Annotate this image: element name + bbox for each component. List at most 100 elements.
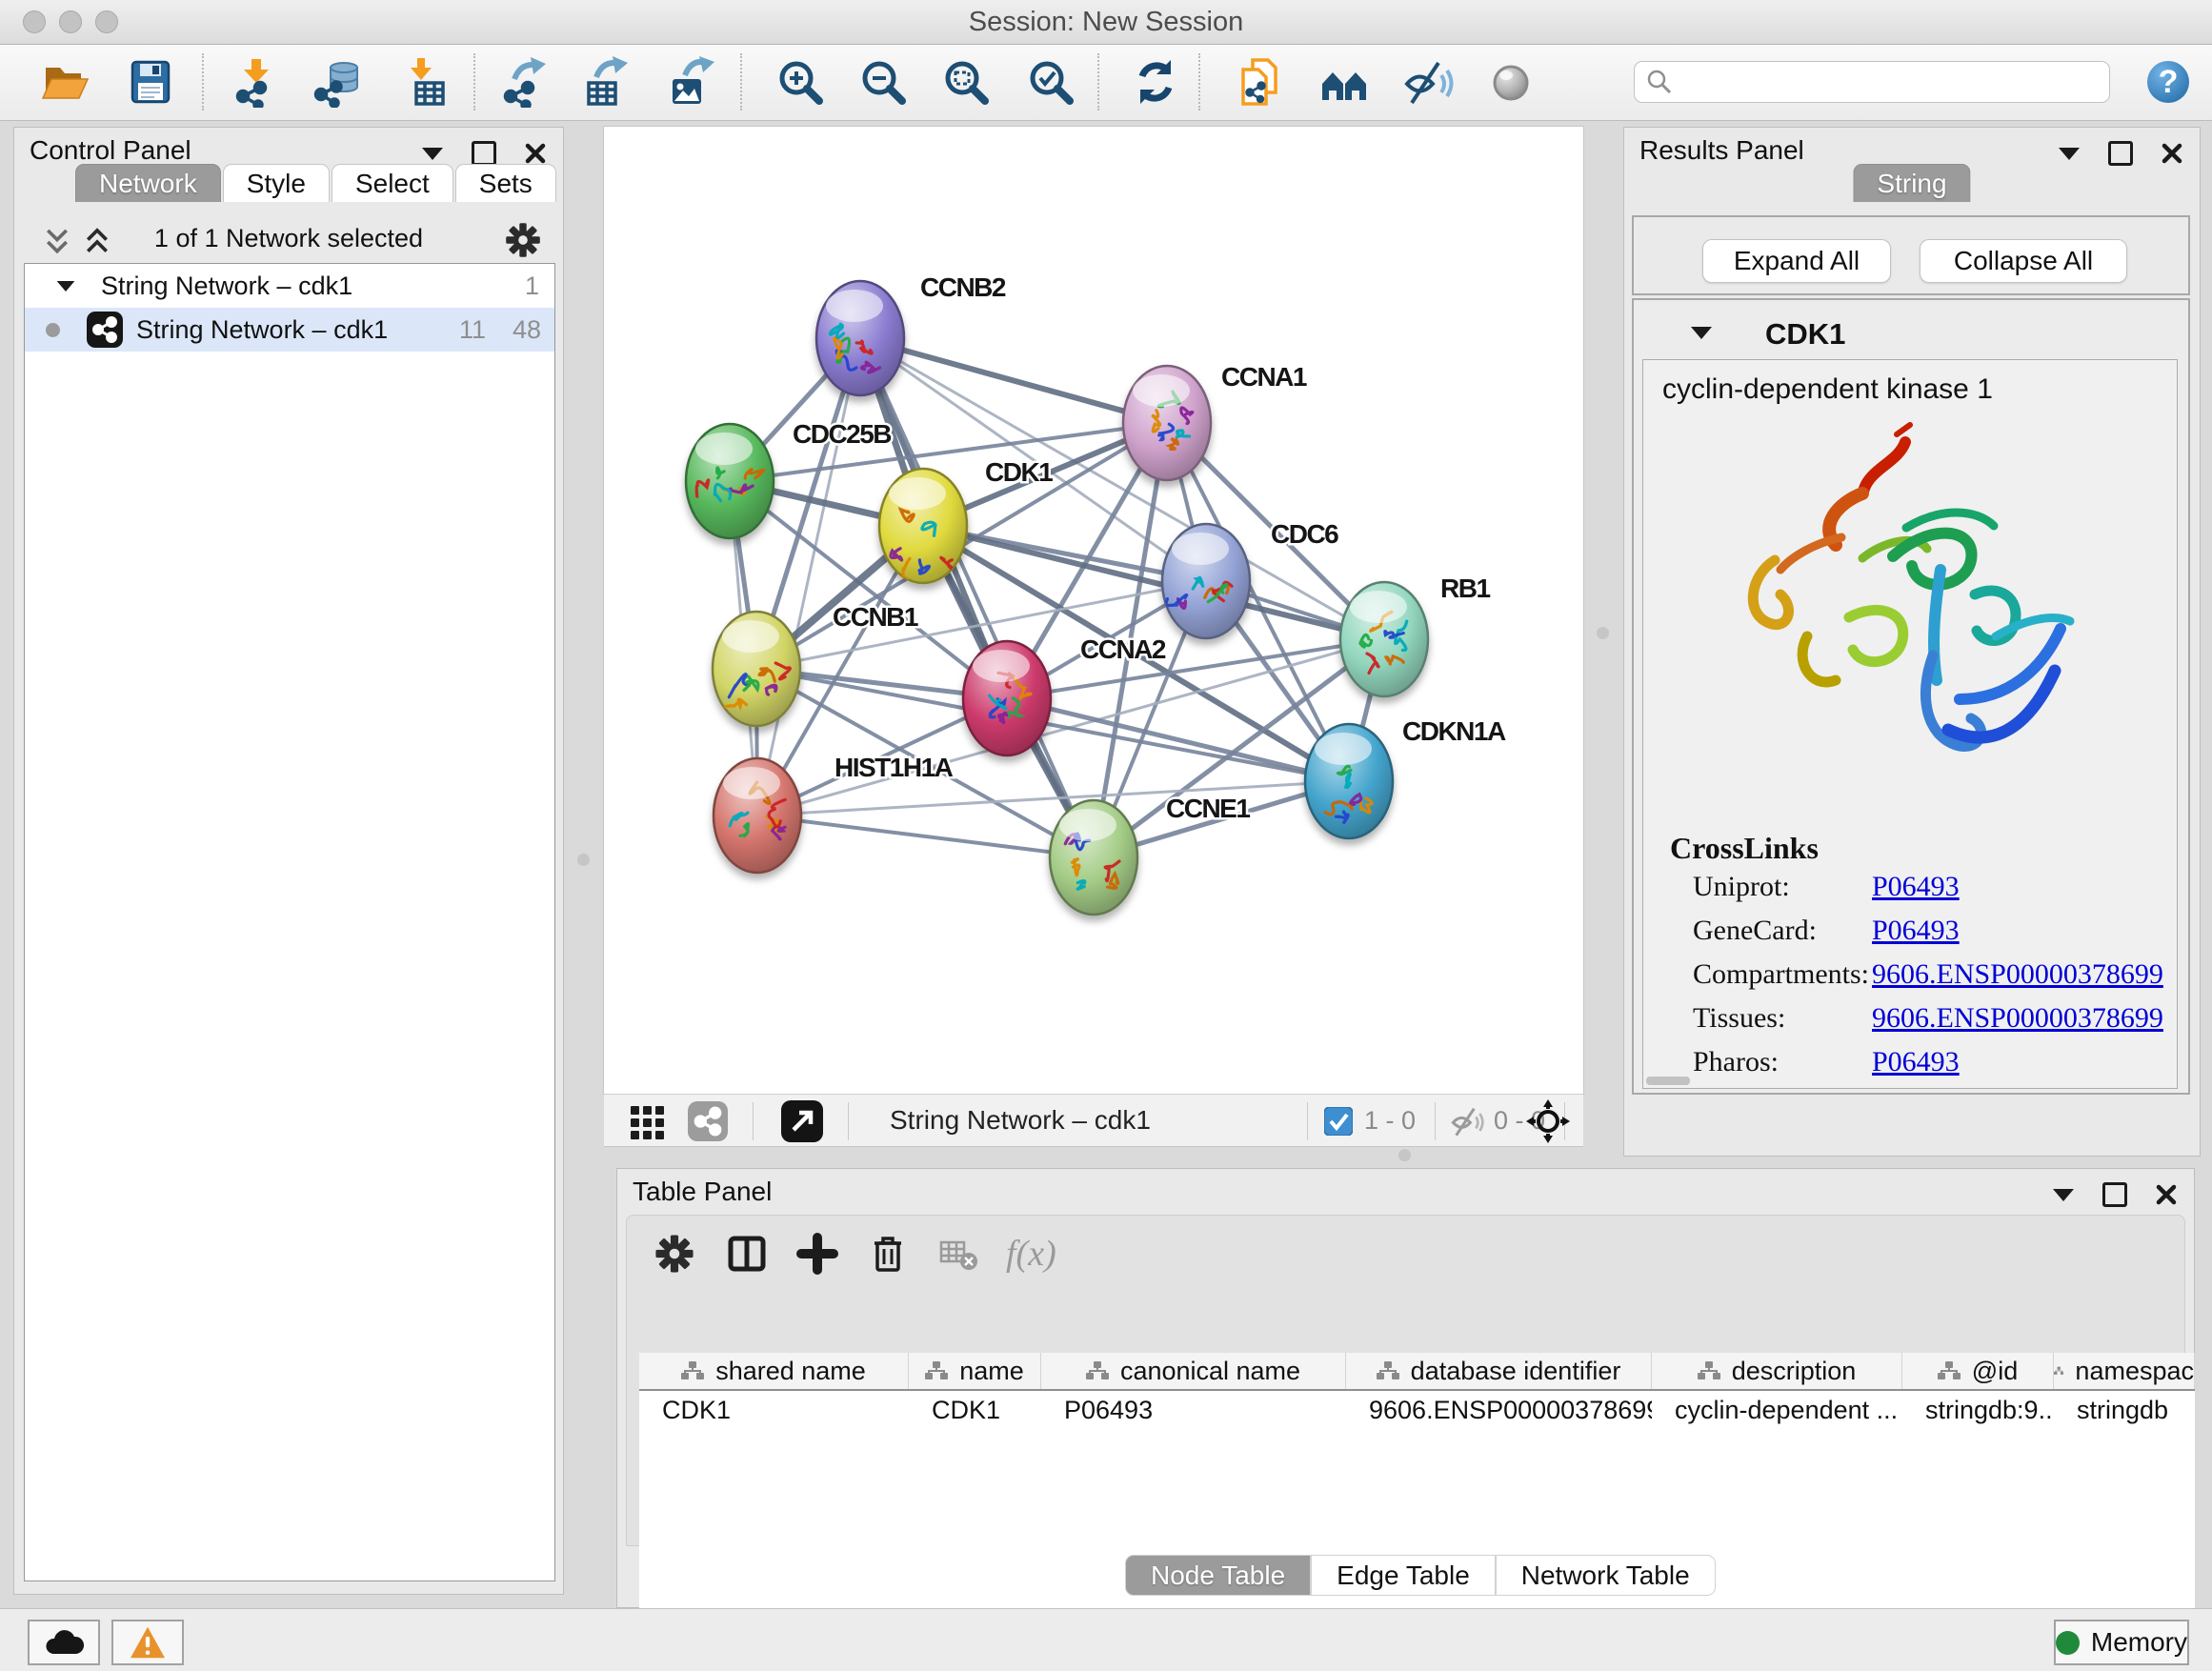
tab-sets[interactable]: Sets bbox=[455, 164, 556, 202]
table-panel-menu-icon[interactable] bbox=[2053, 1189, 2074, 1201]
left-splitter-handle[interactable] bbox=[577, 854, 590, 866]
results-close-panel-icon[interactable] bbox=[2162, 143, 2182, 164]
table-cell[interactable]: CDK1 bbox=[639, 1396, 909, 1425]
import-database-icon bbox=[312, 56, 363, 108]
zoom-out-button[interactable] bbox=[857, 56, 909, 108]
tab-network[interactable]: Network bbox=[75, 164, 221, 202]
add-column-button[interactable] bbox=[794, 1231, 840, 1277]
warnings-button[interactable] bbox=[111, 1620, 184, 1665]
network-node-RB1[interactable]: RB1 bbox=[1340, 574, 1490, 696]
view-title: String Network – cdk1 bbox=[890, 1105, 1151, 1136]
export-table-button[interactable] bbox=[581, 56, 633, 108]
memory-button[interactable]: Memory bbox=[2054, 1620, 2189, 1665]
search-input[interactable] bbox=[1673, 67, 2109, 98]
zoom-in-button[interactable] bbox=[774, 56, 826, 108]
network-collection-row[interactable]: String Network – cdk1 1 bbox=[25, 264, 554, 308]
bottom-splitter-handle[interactable] bbox=[1398, 1149, 1411, 1161]
network-node-CCNA2[interactable]: CCNA2 bbox=[963, 634, 1166, 755]
save-session-button[interactable] bbox=[125, 56, 176, 108]
table-row[interactable]: CDK1CDK1P064939606.ENSP00000378699cyclin… bbox=[639, 1391, 2195, 1429]
tab-network-table[interactable]: Network Table bbox=[1496, 1555, 1716, 1596]
expand-all-button[interactable]: Expand All bbox=[1702, 239, 1891, 283]
network-node-CCNE1[interactable]: CCNE1 bbox=[1050, 794, 1250, 915]
collection-expand-icon[interactable] bbox=[57, 280, 75, 291]
crosslink-link[interactable]: P06493 bbox=[1872, 1046, 1960, 1078]
zoom-fit-button[interactable] bbox=[940, 56, 992, 108]
table-cell[interactable]: cyclin-dependent ... bbox=[1652, 1396, 1902, 1425]
copy-style-button[interactable] bbox=[1234, 56, 1285, 108]
network-node-CDK1[interactable]: CDK1 bbox=[879, 457, 1053, 584]
crosslink-row: Uniprot:P06493 bbox=[1643, 871, 2177, 915]
table-close-panel-icon[interactable] bbox=[2156, 1184, 2177, 1205]
panel-menu-icon[interactable] bbox=[422, 148, 443, 160]
tab-style[interactable]: Style bbox=[223, 164, 330, 202]
tab-node-table[interactable]: Node Table bbox=[1125, 1555, 1311, 1596]
network-node-CDC25B[interactable]: CDC25B bbox=[686, 419, 891, 538]
table-settings-button[interactable] bbox=[652, 1231, 697, 1277]
tab-select[interactable]: Select bbox=[332, 164, 453, 202]
export-network-button[interactable] bbox=[499, 56, 551, 108]
zoom-selected-button[interactable] bbox=[1025, 56, 1076, 108]
open-session-button[interactable] bbox=[39, 56, 90, 108]
table-body: CDK1CDK1P064939606.ENSP00000378699cyclin… bbox=[639, 1391, 2195, 1644]
function-builder-button[interactable]: f(x) bbox=[1006, 1231, 1056, 1277]
show-columns-button[interactable] bbox=[724, 1231, 770, 1277]
network-graph[interactable]: CCNB2CCNA1CDC25BCDK1CDC6RB1CCNB1CCNA2CDK… bbox=[604, 127, 1583, 1094]
detach-view-icon[interactable] bbox=[781, 1100, 823, 1142]
gene-collapse-icon[interactable] bbox=[1691, 327, 1712, 339]
crosslink-link[interactable]: P06493 bbox=[1872, 871, 1960, 903]
gene-box-scrollbar[interactable] bbox=[1646, 1077, 1690, 1085]
gear-icon[interactable] bbox=[504, 221, 542, 259]
column-header-database-identifier[interactable]: database identifier bbox=[1346, 1353, 1652, 1389]
crosslink-link[interactable]: P06493 bbox=[1872, 915, 1960, 947]
import-database-button[interactable] bbox=[312, 56, 363, 108]
tab-string[interactable]: String bbox=[1853, 164, 1970, 202]
results-float-panel-icon[interactable] bbox=[2108, 141, 2133, 166]
network-node-CCNA1[interactable]: CCNA1 bbox=[1123, 362, 1307, 480]
network-row-selected[interactable]: String Network – cdk1 11 48 bbox=[25, 308, 554, 352]
network-canvas[interactable]: CCNB2CCNA1CDC25BCDK1CDC6RB1CCNB1CCNA2CDK… bbox=[604, 127, 1583, 1094]
results-panel-title: Results Panel bbox=[1639, 135, 1804, 166]
results-panel-menu-icon[interactable] bbox=[2059, 148, 2080, 160]
column-header--id[interactable]: @id bbox=[1902, 1353, 2054, 1389]
crosslink-link[interactable]: 9606.ENSP00000378699 bbox=[1872, 958, 2163, 991]
grid-view-icon[interactable] bbox=[629, 1102, 667, 1140]
refresh-button[interactable] bbox=[1130, 56, 1181, 108]
delete-column-button[interactable] bbox=[865, 1231, 911, 1277]
collapse-all-button[interactable]: Collapse All bbox=[1920, 239, 2127, 283]
network-node-CCNB2[interactable]: CCNB2 bbox=[816, 272, 1006, 395]
column-header-namespac[interactable]: namespac bbox=[2054, 1353, 2195, 1389]
hide-graphics-details-button[interactable] bbox=[1402, 56, 1454, 108]
network-node-HIST1H1A[interactable]: HIST1H1A bbox=[714, 753, 954, 873]
table-cell[interactable]: P06493 bbox=[1041, 1396, 1346, 1425]
search-icon bbox=[1646, 69, 1673, 95]
help-button[interactable]: ? bbox=[2142, 56, 2194, 108]
search-field bbox=[1634, 61, 2110, 103]
table-cell[interactable]: 9606.ENSP00000378699 bbox=[1346, 1396, 1652, 1425]
network-node-CDKN1A[interactable]: CDKN1A bbox=[1305, 716, 1506, 838]
cloud-button[interactable] bbox=[28, 1620, 100, 1665]
crosslink-link[interactable]: 9606.ENSP00000378699 bbox=[1872, 1002, 2163, 1035]
column-header-name[interactable]: name bbox=[909, 1353, 1041, 1389]
network-view-share-icon[interactable] bbox=[688, 1101, 728, 1141]
import-network-button[interactable] bbox=[231, 56, 283, 108]
selected-checkbox-icon[interactable] bbox=[1324, 1107, 1353, 1136]
home-views-button[interactable] bbox=[1319, 56, 1371, 108]
delete-table-button[interactable] bbox=[935, 1231, 981, 1277]
float-panel-icon[interactable] bbox=[472, 141, 496, 166]
column-header-description[interactable]: description bbox=[1652, 1353, 1902, 1389]
table-cell[interactable]: stringdb:9... bbox=[1902, 1396, 2054, 1425]
fit-content-crosshair-icon[interactable] bbox=[1526, 1099, 1570, 1143]
column-header-shared-name[interactable]: shared name bbox=[639, 1353, 909, 1389]
right-splitter-handle[interactable] bbox=[1597, 627, 1609, 639]
column-header-canonical-name[interactable]: canonical name bbox=[1041, 1353, 1346, 1389]
table-float-panel-icon[interactable] bbox=[2102, 1182, 2127, 1207]
import-table-button[interactable] bbox=[400, 56, 452, 108]
table-cell[interactable]: stringdb bbox=[2054, 1396, 2195, 1425]
show-graphics-button[interactable] bbox=[1485, 56, 1537, 108]
tab-edge-table[interactable]: Edge Table bbox=[1311, 1555, 1496, 1596]
table-cell[interactable]: CDK1 bbox=[909, 1396, 1041, 1425]
export-image-button[interactable] bbox=[666, 56, 717, 108]
close-panel-icon[interactable] bbox=[525, 143, 546, 164]
import-table-icon bbox=[400, 56, 452, 108]
